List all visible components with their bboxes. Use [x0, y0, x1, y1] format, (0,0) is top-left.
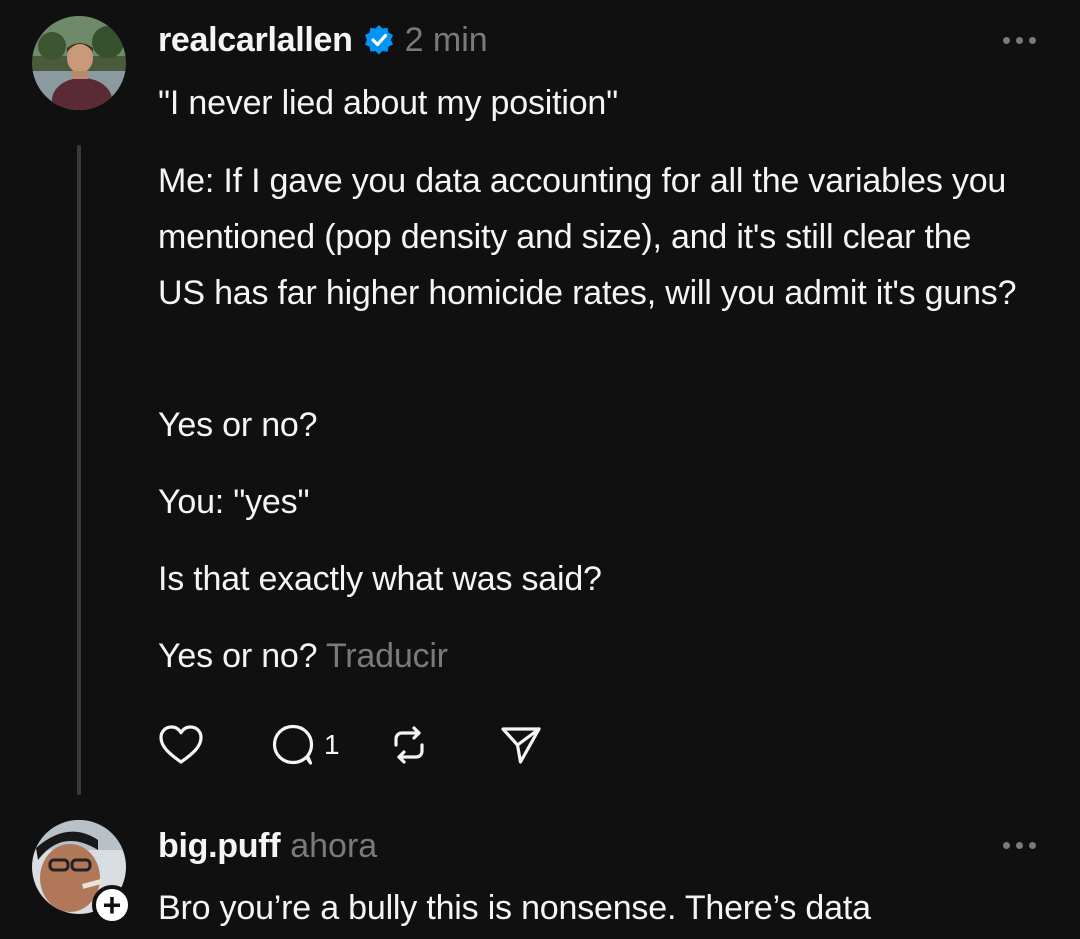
- post-text-paragraph-5: Is that exactly what was said?: [158, 560, 602, 598]
- avatar-photo: [32, 16, 126, 110]
- post-text-paragraph-3: Yes or no?: [158, 406, 318, 444]
- username[interactable]: realcarlallen: [158, 21, 353, 60]
- plus-icon[interactable]: +: [92, 885, 132, 925]
- send-icon: [500, 727, 541, 764]
- post-text-paragraph-6: Yes or no? Traducir: [158, 628, 1018, 684]
- reply-button[interactable]: 1: [270, 723, 340, 767]
- post-actions: 1: [158, 723, 544, 767]
- username[interactable]: big.puff: [158, 827, 281, 866]
- post-header: big.puff ahora: [158, 824, 377, 868]
- post-text-paragraph-2: Me: If I gave you data accounting for al…: [158, 162, 1017, 312]
- more-horizontal-icon[interactable]: [1003, 37, 1036, 44]
- avatar-realcarlallen[interactable]: [32, 16, 126, 110]
- thread-post-1: realcarlallen 2 min "I never lied about …: [0, 0, 1080, 800]
- repost-button[interactable]: [386, 723, 432, 767]
- repost-icon: [393, 726, 424, 764]
- post-timestamp: 2 min: [404, 20, 488, 59]
- reply-count: 1: [324, 729, 340, 760]
- like-button[interactable]: [158, 724, 204, 766]
- share-button[interactable]: [498, 723, 544, 767]
- thread-post-2: big.puff ahora Bro you’re a bully this i…: [0, 800, 1080, 939]
- translate-link[interactable]: Traducir: [326, 637, 448, 675]
- thread-connector-line: [77, 145, 81, 795]
- post-text-last-line: Yes or no?: [158, 637, 318, 675]
- verified-badge-icon: [364, 25, 393, 55]
- comment-icon: [272, 724, 314, 765]
- post-timestamp: ahora: [290, 826, 378, 865]
- more-horizontal-icon[interactable]: [1003, 842, 1036, 849]
- post-text-line-1: "I never lied about my position": [158, 84, 618, 122]
- heart-icon: [159, 725, 203, 764]
- post-text: Bro you’re a bully this is nonsense. The…: [158, 889, 871, 927]
- post-header: realcarlallen 2 min: [158, 18, 488, 62]
- post-text-paragraph-4: You: "yes": [158, 483, 310, 521]
